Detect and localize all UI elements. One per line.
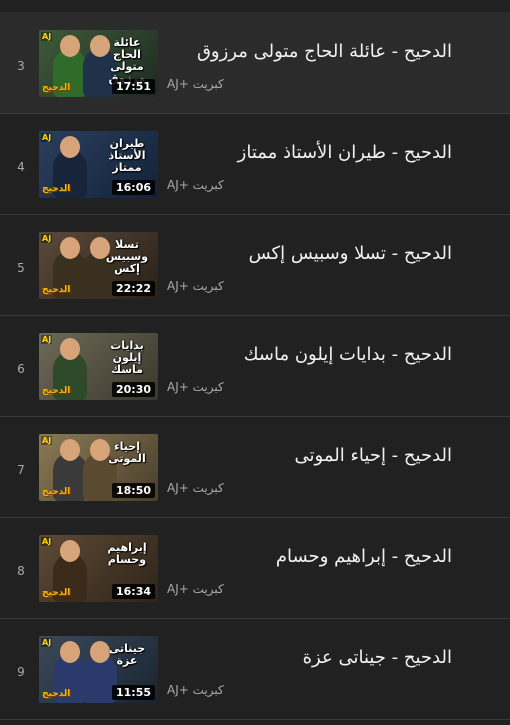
video-duration: 16:34 — [111, 584, 155, 599]
thumbnail-caption: بدايات إيلون ماسك — [110, 339, 144, 376]
show-logo: الدحيح — [42, 184, 71, 194]
channel-name[interactable]: كبريت +AJ — [167, 582, 224, 596]
video-thumbnail[interactable]: إحياء الموتى AJ الدحيح 18:50 — [39, 434, 158, 501]
thumbnail-caption: تسلا وسبيس إكس — [105, 238, 149, 275]
show-logo: الدحيح — [42, 487, 71, 497]
playlist-items: 3 عائلة الحاج متولى مرزوق AJ الدحيح 17:51 الد… — [0, 13, 510, 720]
channel-name[interactable]: كبريت +AJ — [167, 683, 224, 697]
aj-logo: AJ — [41, 537, 53, 546]
show-logo: الدحيح — [42, 386, 71, 396]
aj-logo: AJ — [41, 436, 53, 445]
video-thumbnail[interactable]: جيناتى عزة AJ الدحيح 11:55 — [39, 636, 158, 703]
playlist-item-index: 9 — [17, 665, 25, 679]
playlist-item[interactable]: 6 بدايات إيلون ماسك AJ الدحيح 20:30 الدحيح - … — [0, 316, 510, 417]
show-logo: الدحيح — [42, 83, 71, 93]
video-duration: 18:50 — [111, 483, 155, 498]
video-title[interactable]: الدحيح - جيناتى عزة — [152, 646, 452, 670]
aj-logo: AJ — [41, 133, 53, 142]
playlist-item[interactable]: 5 تسلا وسبيس إكس AJ الدحيح 22:22 الدحيح - تسل… — [0, 215, 510, 316]
playlist-item[interactable]: 9 جيناتى عزة AJ الدحيح 11:55 الدحيح - جيناتى … — [0, 619, 510, 720]
aj-logo: AJ — [41, 32, 53, 41]
show-logo: الدحيح — [42, 689, 71, 699]
aj-logo: AJ — [41, 335, 53, 344]
playlist-item-index: 7 — [17, 463, 25, 477]
show-logo: الدحيح — [42, 588, 71, 598]
playlist-item[interactable]: 7 إحياء الموتى AJ الدحيح 18:50 الدحيح - إحياء… — [0, 417, 510, 518]
channel-name[interactable]: كبريت +AJ — [167, 380, 224, 394]
video-thumbnail[interactable]: إبراهيم وحسام AJ الدحيح 16:34 — [39, 535, 158, 602]
show-logo: الدحيح — [42, 285, 71, 295]
video-title[interactable]: الدحيح - عائلة الحاج متولى مرزوق — [152, 40, 452, 64]
thumbnail-caption: جيناتى عزة — [108, 642, 146, 667]
video-title[interactable]: الدحيح - بدايات إيلون ماسك — [152, 343, 452, 367]
video-duration: 22:22 — [111, 281, 155, 296]
playlist-item[interactable]: 8 إبراهيم وحسام AJ الدحيح 16:34 الدحيح - إبرا… — [0, 518, 510, 619]
video-thumbnail[interactable]: عائلة الحاج متولى مرزوق AJ الدحيح 17:51 — [39, 30, 158, 97]
thumbnail-caption: عائلة الحاج متولى مرزوق — [109, 36, 146, 85]
thumbnail-caption: إحياء الموتى — [108, 440, 146, 465]
playlist-item[interactable]: 3 عائلة الحاج متولى مرزوق AJ الدحيح 17:51 الد… — [0, 13, 510, 114]
video-title[interactable]: الدحيح - إحياء الموتى — [152, 444, 452, 468]
video-title[interactable]: الدحيح - طيران الأستاذ ممتاز — [152, 141, 452, 165]
playlist-panel: 3 عائلة الحاج متولى مرزوق AJ الدحيح 17:51 الد… — [0, 0, 510, 725]
video-duration: 16:06 — [111, 180, 155, 195]
channel-name[interactable]: كبريت +AJ — [167, 279, 224, 293]
playlist-item-index: 8 — [17, 564, 25, 578]
aj-logo: AJ — [41, 234, 53, 243]
playlist-item-index: 4 — [17, 160, 25, 174]
playlist-item-index: 3 — [17, 59, 25, 73]
video-duration: 11:55 — [111, 685, 155, 700]
channel-name[interactable]: كبريت +AJ — [167, 77, 224, 91]
video-title[interactable]: الدحيح - إبراهيم وحسام — [152, 545, 452, 569]
video-duration: 20:30 — [111, 382, 155, 397]
video-title[interactable]: الدحيح - تسلا وسبيس إكس — [152, 242, 452, 266]
thumbnail-caption: طيران الأستاذ ممتاز — [108, 137, 146, 174]
video-duration: 17:51 — [111, 79, 155, 94]
video-thumbnail[interactable]: بدايات إيلون ماسك AJ الدحيح 20:30 — [39, 333, 158, 400]
playlist-item[interactable]: 4 طيران الأستاذ ممتاز AJ الدحيح 16:06 الدحيح … — [0, 114, 510, 215]
playlist-top-edge — [0, 0, 510, 13]
channel-name[interactable]: كبريت +AJ — [167, 481, 224, 495]
video-thumbnail[interactable]: تسلا وسبيس إكس AJ الدحيح 22:22 — [39, 232, 158, 299]
playlist-item-index: 5 — [17, 261, 25, 275]
video-thumbnail[interactable]: طيران الأستاذ ممتاز AJ الدحيح 16:06 — [39, 131, 158, 198]
thumbnail-caption: إبراهيم وحسام — [107, 541, 147, 566]
aj-logo: AJ — [41, 638, 53, 647]
channel-name[interactable]: كبريت +AJ — [167, 178, 224, 192]
playlist-item-index: 6 — [17, 362, 25, 376]
